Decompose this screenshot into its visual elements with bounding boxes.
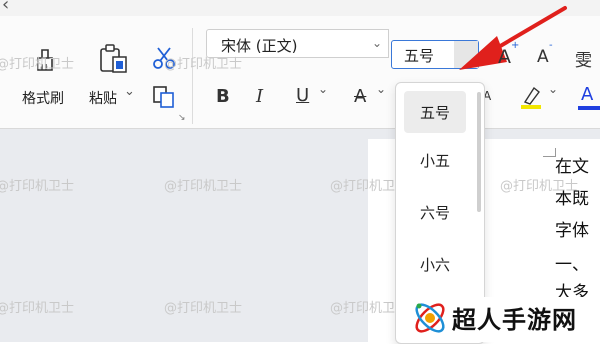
copy-icon[interactable] [151, 84, 177, 110]
back-chevron-icon[interactable]: ‹ [2, 0, 9, 15]
watermark: @打印机卫士 [500, 179, 579, 194]
font-size-option[interactable]: 小五 [404, 139, 466, 181]
document-text-line: 字体 [555, 221, 589, 241]
underline-button[interactable]: U [296, 85, 309, 106]
group-divider [192, 28, 193, 124]
logo-mark-icon [415, 303, 445, 333]
highlighter-icon[interactable] [519, 84, 543, 110]
watermark: @打印机卫士 [164, 57, 243, 72]
grow-plus-icon: + [511, 40, 520, 51]
paste-icon[interactable] [97, 43, 131, 75]
font-size-option[interactable]: 小六 [404, 243, 466, 285]
strikethrough-button[interactable]: A [354, 86, 366, 107]
font-size-option[interactable]: 五号 [404, 91, 466, 133]
font-size-option[interactable]: 六号 [404, 191, 466, 233]
chevron-down-icon[interactable]: ⌄ [372, 36, 382, 50]
document-text-line: 在文 [555, 157, 589, 177]
watermark: @打印机卫士 [164, 179, 243, 194]
watermark: @打印机卫士 [0, 179, 75, 194]
phonetic-guide-button[interactable]: 雯 [575, 46, 592, 71]
paste-label[interactable]: 粘贴 [89, 88, 117, 108]
font-color-button[interactable]: A [581, 84, 593, 105]
underline-chevron-icon[interactable]: ⌄ [318, 82, 328, 96]
shrink-minus-icon: - [549, 40, 553, 51]
logo-text: 超人手游网 [452, 306, 577, 334]
format-painter-label[interactable]: 格式刷 [22, 88, 64, 108]
clipboard-launcher-icon[interactable]: ↘ [178, 113, 186, 123]
grow-font-button[interactable]: A [498, 46, 511, 68]
highlight-chevron-icon[interactable]: ⌄ [548, 82, 558, 96]
shrink-font-button[interactable]: A [537, 47, 549, 67]
bold-button[interactable]: B [216, 86, 230, 107]
paste-arrow-icon[interactable]: ⌄ [124, 84, 135, 99]
italic-button[interactable]: I [256, 86, 263, 107]
watermark: @打印机卫士 [164, 301, 243, 316]
font-color-swatch [578, 106, 600, 110]
document-text-line: 一、 [555, 255, 589, 275]
font-size-value: 五号 [404, 47, 435, 65]
strike-chevron-icon[interactable]: ⌄ [376, 82, 386, 96]
watermark: @打印机卫士 [0, 57, 75, 72]
watermark: @打印机卫士 [0, 301, 75, 316]
dropdown-scrollbar[interactable] [477, 92, 481, 212]
